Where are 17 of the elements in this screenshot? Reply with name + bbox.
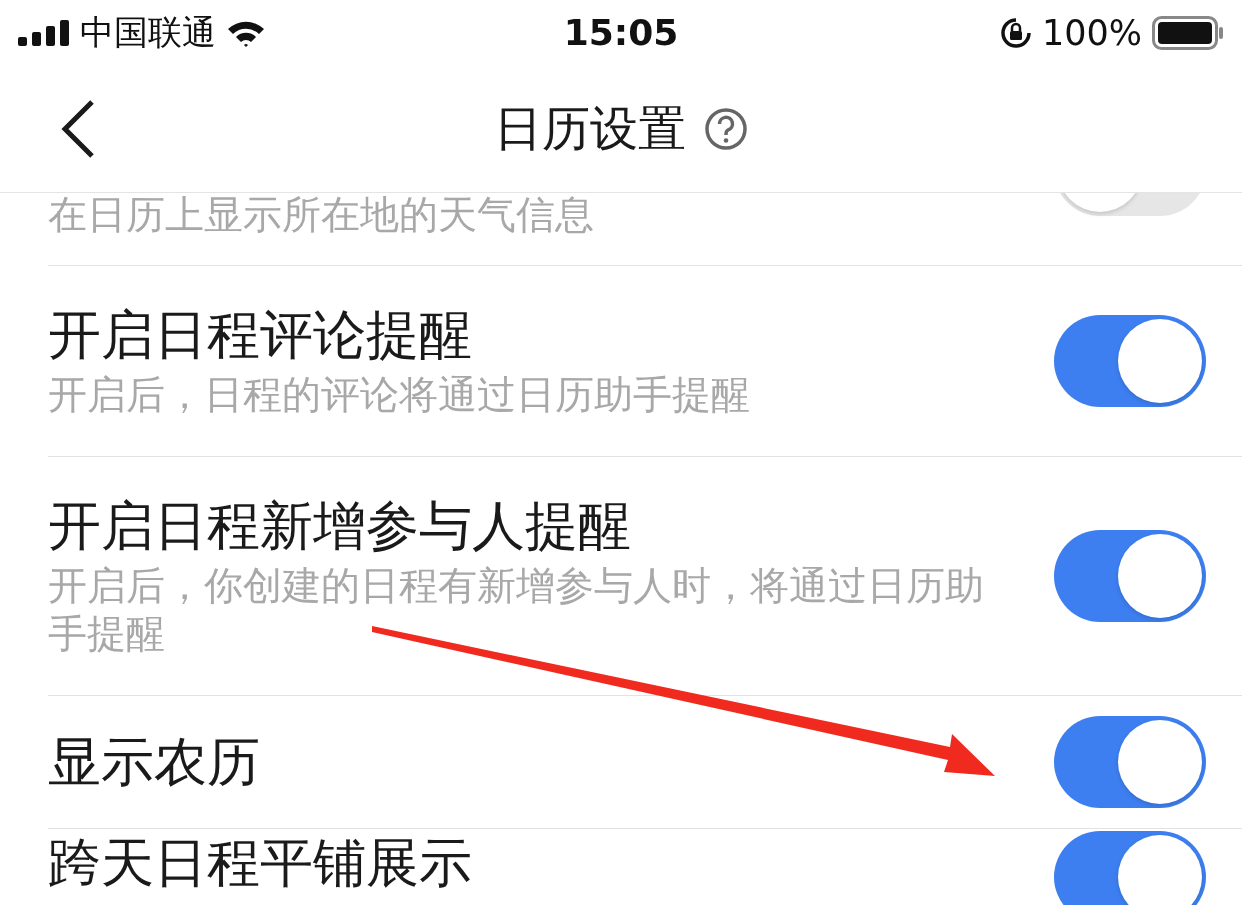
help-icon[interactable]	[704, 106, 748, 151]
rotation-lock-icon	[999, 16, 1032, 49]
toggle-switch[interactable]	[1054, 831, 1206, 905]
status-time: 15:05	[563, 12, 679, 53]
back-icon[interactable]	[60, 99, 96, 159]
page-title: 日历设置	[494, 98, 686, 158]
setting-title: 开启日程评论提醒	[48, 303, 472, 367]
signal-icon	[18, 19, 70, 46]
battery-percent: 100%	[1041, 12, 1142, 53]
setting-description: 开启后，你创建的日程有新增参与人时，将通过日历助手提醒	[48, 562, 985, 658]
setting-title: 开启日程新增参与人提醒	[48, 494, 631, 558]
setting-description: 在日历上显示所在地的天气信息	[48, 193, 595, 239]
carrier-name: 中国联通	[80, 10, 216, 54]
setting-title: 显示农历	[48, 730, 260, 794]
setting-title: 跨天日程平铺展示	[48, 831, 472, 895]
setting-description: 开启后，日程的评论将通过日历助手提醒	[48, 371, 751, 419]
battery-icon	[1152, 15, 1224, 50]
